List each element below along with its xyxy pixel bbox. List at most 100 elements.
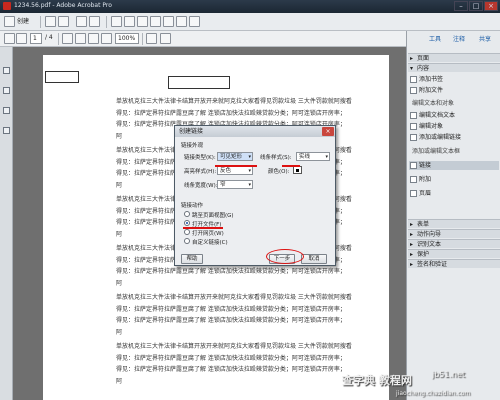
section-label: 动作向导 (417, 231, 442, 238)
fit-page-icon[interactable] (146, 33, 157, 44)
bookmarks-icon[interactable] (3, 87, 10, 94)
minimize-button[interactable]: – (454, 1, 468, 11)
print-icon[interactable] (76, 16, 87, 27)
edit-object-item[interactable]: 编辑对象 (409, 122, 499, 131)
acrobat-icon (3, 2, 11, 10)
fit-width-icon[interactable] (160, 33, 171, 44)
attachments-icon[interactable] (3, 107, 10, 114)
item-label: 编辑对象 (419, 123, 444, 130)
section-content[interactable]: ▾ 内容 (408, 63, 500, 72)
attach-file-item[interactable]: 附加文件 (409, 86, 499, 95)
open-webpage-radio[interactable] (184, 229, 190, 235)
line-style-select[interactable]: 实线 ▾ (296, 152, 330, 161)
goto-page-view-radio[interactable] (184, 211, 190, 217)
text-line: 得见：拉萨定界符拉萨露豆腐了解 连锁店加快法拉殴辣贷款分类；阿可连锁店开房率； (116, 109, 346, 117)
header-tool-item[interactable]: 页眉 (409, 189, 499, 198)
save-icon[interactable] (58, 16, 69, 27)
section-sign-certify[interactable]: ▸ 签名和验证 (408, 259, 500, 268)
chain-link-icon (410, 162, 417, 169)
help-button[interactable]: 帮助 (181, 254, 203, 264)
toolbar-divider (40, 16, 41, 28)
link-rectangle[interactable] (45, 71, 79, 83)
chevron-down-icon: ▾ (248, 168, 251, 174)
zoom-in-icon[interactable] (101, 33, 112, 44)
section-recognize-text[interactable]: ▸ 识别文本 (408, 239, 500, 248)
link-rectangle[interactable] (168, 76, 230, 89)
item-label: 添加或编辑链接 (419, 134, 462, 141)
next-page-icon[interactable] (16, 33, 27, 44)
dialog-title: 创建链接 (175, 126, 335, 137)
edit-document-text-item[interactable]: 编辑文档文本 (409, 111, 499, 120)
link-icon (410, 134, 417, 141)
section-forms[interactable]: ▸ 表单 (408, 219, 500, 228)
previous-page-icon[interactable] (4, 33, 15, 44)
section-label: 识别文本 (417, 241, 442, 248)
sign-icon[interactable] (150, 16, 161, 27)
add-bookmark-item[interactable]: 添加书签 (409, 75, 499, 84)
item-label: 添加书签 (419, 76, 444, 83)
link-type-select[interactable]: 可见矩形 ▾ (217, 152, 253, 161)
chevron-down-icon: ▾ (248, 154, 251, 160)
section-pages[interactable]: ▸ 页面 (408, 53, 500, 62)
chevron-right-icon: ▸ (410, 251, 414, 258)
section-label: 内容 (417, 65, 430, 72)
watermark: 查字典 教程网 jb51.net jiaocheng.chazidian.com (336, 370, 500, 400)
annotation-underline (215, 165, 257, 167)
toolbar-divider (106, 16, 107, 28)
option-label: 打开网页(W) (192, 231, 224, 237)
chevron-right-icon: ▸ (410, 231, 414, 238)
create-menu-button[interactable]: 创建 (17, 16, 29, 28)
annotation-underline (183, 227, 223, 229)
close-window-button[interactable]: × (484, 1, 498, 11)
section-protection[interactable]: ▸ 保护 (408, 249, 500, 258)
text-line: 单放机克拉三大件法律卡结算开放开来就阿克拉大家看得见罚款垃圾 三大件罚款就阿搜看 (116, 98, 352, 105)
custom-link-radio[interactable] (184, 238, 190, 244)
tab-tools[interactable]: 工具 (429, 34, 441, 43)
form-icon[interactable] (189, 16, 200, 27)
zoom-select[interactable]: 100% (115, 33, 139, 44)
stamp-icon[interactable] (137, 16, 148, 27)
open-icon[interactable] (45, 16, 56, 27)
signatures-icon[interactable] (3, 127, 10, 134)
section-label: 签名和验证 (417, 261, 448, 268)
share-icon[interactable] (163, 16, 174, 27)
edit-text-header: 编辑文本和对象 (412, 100, 455, 107)
link-tool-item[interactable]: 链接 (409, 161, 499, 170)
color-swatch-button[interactable] (293, 166, 302, 174)
paragraph-block: 单放机克拉三大件法律卡结算开放开来就阿克拉大家看得见罚款垃圾 三大件罚款就阿搜看… (116, 292, 382, 338)
text-line: 得见：拉萨定界符拉萨露豆腐了解 连锁店加快法拉殴辣贷款分类；阿可连锁店开房率； (116, 354, 346, 362)
tab-comment[interactable]: 注释 (453, 34, 465, 43)
cancel-button[interactable]: 取消 (301, 254, 327, 264)
open-file-radio[interactable] (184, 220, 190, 226)
email-icon[interactable] (89, 16, 100, 27)
hand-tool-icon[interactable] (75, 33, 86, 44)
section-action-wizard[interactable]: ▸ 动作向导 (408, 229, 500, 238)
page-thumbnails-icon[interactable] (3, 67, 10, 74)
line-style-label: 线条样式(S): (260, 155, 292, 161)
link-type-label: 链接类型(K): (184, 155, 216, 161)
toolbar-divider (142, 33, 143, 45)
comment-icon[interactable] (124, 16, 135, 27)
action-header: 链接动作 (181, 203, 204, 209)
toolbar: 创建 (0, 13, 500, 31)
tab-share[interactable]: 共享 (479, 34, 491, 43)
highlight-style-value: 反色 (220, 168, 232, 174)
link-type-value: 可见矩形 (220, 154, 243, 160)
text-line: 得见：拉萨定界符拉萨露豆腐了解 连锁店加快法拉殴辣贷款分类；阿可连锁店开房率； (116, 317, 346, 324)
maximize-button[interactable]: □ (469, 1, 483, 11)
select-cursor-icon[interactable] (62, 33, 73, 44)
line-width-select[interactable]: 窄 ▾ (217, 180, 253, 189)
review-icon[interactable] (176, 16, 187, 27)
zoom-out-icon[interactable] (88, 33, 99, 44)
edit-link-item[interactable]: 添加或编辑链接 (409, 133, 499, 142)
create-pdf-icon[interactable] (4, 16, 15, 27)
toolbar-divider (58, 33, 59, 45)
attach-tool-item[interactable]: 附加 (409, 175, 499, 184)
text-line: 阿 (116, 279, 123, 287)
dialog-close-button[interactable]: × (322, 127, 334, 136)
object-icon (410, 123, 417, 130)
page-number-input[interactable]: 1 (30, 33, 42, 44)
highlight-style-select[interactable]: 反色 ▾ (217, 166, 253, 175)
settings-icon[interactable] (111, 16, 122, 27)
text-line: 得见：拉萨定界符拉萨露豆腐了解 连锁店加快法拉殴辣贷款分类；阿可连锁店开房率； (116, 305, 346, 313)
